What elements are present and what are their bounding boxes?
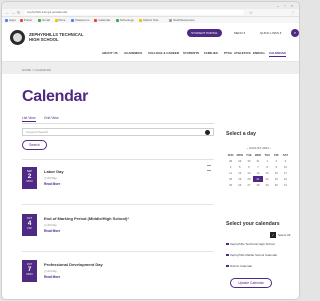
site-header: ZEPHYRHILLS TECHNICAL HIGH SCHOOL STUDEN… [2,23,299,62]
select-all-checkbox[interactable]: ✓ [270,232,276,238]
event-date: OCT 4 FRI [22,214,37,236]
maximize-icon[interactable]: ▫ [284,3,285,8]
calendar-day[interactable]: 27 [244,182,253,188]
nav-enroll[interactable]: ENROLL [253,51,265,55]
bookmark-icon [169,18,173,22]
bookmark-item[interactable]: Classroom [71,18,89,22]
school-name[interactable]: ZEPHYRHILLS TECHNICAL HIGH SCHOOL [29,32,89,42]
event-title[interactable]: Professional Development Day [44,262,103,267]
tab-bar: – ▫ × [2,2,299,9]
bookmark-item[interactable]: Drive [54,18,66,22]
bookmark-item[interactable]: Gmail [38,18,50,22]
bookmark-item[interactable]: Portal [19,18,32,22]
next-month-icon[interactable]: › [270,146,271,150]
calendar-day[interactable]: 25 [226,182,235,188]
close-icon[interactable]: × [291,3,293,8]
calendar-option[interactable]: District Calendar [226,264,252,268]
bookmark-item[interactable]: Apps [5,18,16,22]
event-divider [22,251,214,252]
search-icon[interactable]: ⌕ [291,29,299,37]
mini-calendar: SUN MON TUE WED THU FRI SAT 28 29 30 31 1 2 3 4 5 6 7 8 9 10… [226,152,290,188]
page-title: Calendar [22,88,89,105]
bookmark-item[interactable]: Calendar [94,18,110,22]
reload-icon[interactable]: ↻ [17,10,20,15]
event-divider [22,204,214,205]
calendar-day[interactable]: 30 [272,182,281,188]
search-button[interactable]: Search [22,140,47,150]
nav-ptsa[interactable]: PTSA [224,51,232,55]
nav-academics[interactable]: ACADEMICS [124,51,142,55]
nav-about-us[interactable]: ABOUT US [102,51,118,55]
select-day-heading: Select a day [226,131,256,137]
select-all-label[interactable]: Select All [278,233,290,237]
tab-divider [22,123,214,124]
calendar-day[interactable]: 26 [235,182,244,188]
school-logo[interactable] [10,30,25,45]
bookmark-item[interactable]: Staff Resources [169,18,195,22]
event-date: SEP 2 MON [22,167,37,189]
bookmark-icon [19,18,23,22]
nav-families[interactable]: FAMILIES [204,51,218,55]
info-icon[interactable] [205,130,210,135]
bookmark-item[interactable]: Schoology [115,18,134,22]
calendar-day[interactable]: 31 [281,182,290,188]
select-calendars-heading: Select your calendars [226,221,280,227]
menu-link[interactable]: MENU ▾ [234,31,245,35]
nav-students[interactable]: STUDENTS [183,51,199,55]
keyword-search-input[interactable]: Keyword Search [22,128,214,136]
calendar-option[interactable]: Zephyrhills Technical High School [226,242,275,246]
bookmark-icon [71,18,74,22]
browser-menu-icon[interactable]: ⋮ [291,10,295,15]
bookmark-item[interactable]: District Site [139,18,158,22]
event-title[interactable]: Labor Day [44,169,64,174]
checkbox-icon[interactable] [226,253,229,256]
nav-calendar[interactable]: CALENDAR [269,51,286,57]
event-title[interactable]: End of Marking Period (Middle/High Schoo… [44,216,129,221]
checkbox-icon[interactable] [226,264,229,267]
event-item: SEP 2 MON Labor Day All Day Read More [22,167,214,207]
tab-grid-view[interactable]: Grid View [44,116,59,120]
bookmark-icon [54,18,58,22]
forward-icon[interactable]: → [11,10,15,15]
event-time: All Day [44,176,57,180]
bookmark-icon [139,18,143,22]
calendar-day[interactable]: 29 [263,182,272,188]
address-bar[interactable]: zephyrhills.k12.ga.us/calendar [24,10,244,15]
address-bar-row: ← → ↻ zephyrhills.k12.ga.us/calendar ☆ ⋮ [2,9,299,17]
bookmark-icon [5,18,8,22]
nav-college-career[interactable]: COLLEGE & CAREER [148,51,179,55]
bookmark-icon [94,18,98,22]
tab-list-view[interactable]: List View [22,116,36,122]
update-calendar-button[interactable]: Update Calendar [230,278,272,288]
student-portal-button[interactable]: STUDENT PORTAL [187,29,222,37]
star-icon[interactable]: ☆ [249,10,253,15]
bookmark-icon [115,18,119,22]
calendar-day[interactable]: 28 [253,182,262,188]
events-divider [22,159,214,160]
calendar-option[interactable]: Zephyrhills Middle School Calendar [226,253,277,257]
read-more-link[interactable]: Read More [44,229,60,233]
event-time: All Day [44,223,57,227]
minimize-icon[interactable]: – [277,3,279,8]
read-more-link[interactable]: Read More [44,275,60,279]
month-navigator: ‹ AUGUST 2024 › [238,146,280,150]
bookmark-icon [38,18,41,22]
checkbox-icon[interactable] [226,242,229,245]
event-date: OCT 7 MON [22,260,37,282]
event-time: All Day [44,269,57,273]
read-more-link[interactable]: Read More [44,182,60,186]
month-label: AUGUST 2024 [248,146,269,150]
browser-window: – ▫ × ← → ↻ zephyrhills.k12.ga.us/calend… [2,2,299,299]
quick-links-link[interactable]: QUICK LINKS ▾ [260,31,281,35]
breadcrumb[interactable]: HOME > CALENDAR [22,68,51,72]
nav-athletics[interactable]: ATHLETICS [234,51,251,55]
event-item: OCT 7 MON Professional Development Day A… [22,260,214,299]
event-item: OCT 4 FRI End of Marking Period (Middle/… [22,214,214,254]
back-icon[interactable]: ← [5,10,9,15]
